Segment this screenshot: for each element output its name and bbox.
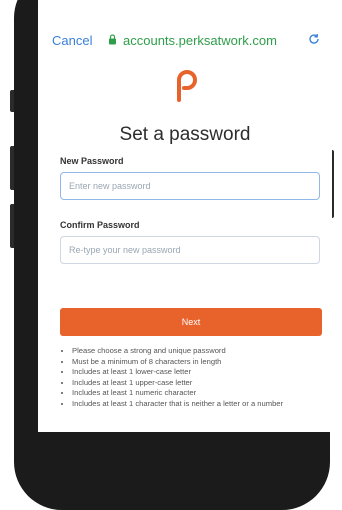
browser-url-bar: Cancel accounts.perksatwork.com <box>38 28 332 52</box>
reload-icon[interactable] <box>308 33 320 48</box>
confirm-password-label: Confirm Password <box>60 220 140 230</box>
rule-item: Please choose a strong and unique passwo… <box>72 346 332 357</box>
domain-text: accounts.perksatwork.com <box>123 32 277 48</box>
rule-item: Includes at least 1 lower-case letter <box>72 367 332 378</box>
rule-item: Must be a minimum of 8 characters in len… <box>72 357 332 368</box>
url-domain[interactable]: accounts.perksatwork.com <box>108 33 277 48</box>
rule-item: Includes at least 1 numeric character <box>72 388 332 399</box>
perks-logo-icon <box>175 68 197 107</box>
rule-item: Includes at least 1 character that is ne… <box>72 399 332 410</box>
next-button[interactable]: Next <box>60 308 322 336</box>
password-rules-list: Please choose a strong and unique passwo… <box>60 346 332 410</box>
rule-item: Includes at least 1 upper-case letter <box>72 378 332 389</box>
page-title: Set a password <box>119 124 251 145</box>
new-password-label: New Password <box>60 156 124 166</box>
new-password-input[interactable]: Enter new password <box>60 172 320 200</box>
lock-icon <box>108 33 117 48</box>
confirm-password-input[interactable]: Re-type your new password <box>60 236 320 264</box>
phone-frame: Cancel accounts.perksatwork.com Set a pa… <box>14 0 332 510</box>
phone-screen: Cancel accounts.perksatwork.com Set a pa… <box>38 0 332 432</box>
cancel-button[interactable]: Cancel <box>52 33 92 48</box>
